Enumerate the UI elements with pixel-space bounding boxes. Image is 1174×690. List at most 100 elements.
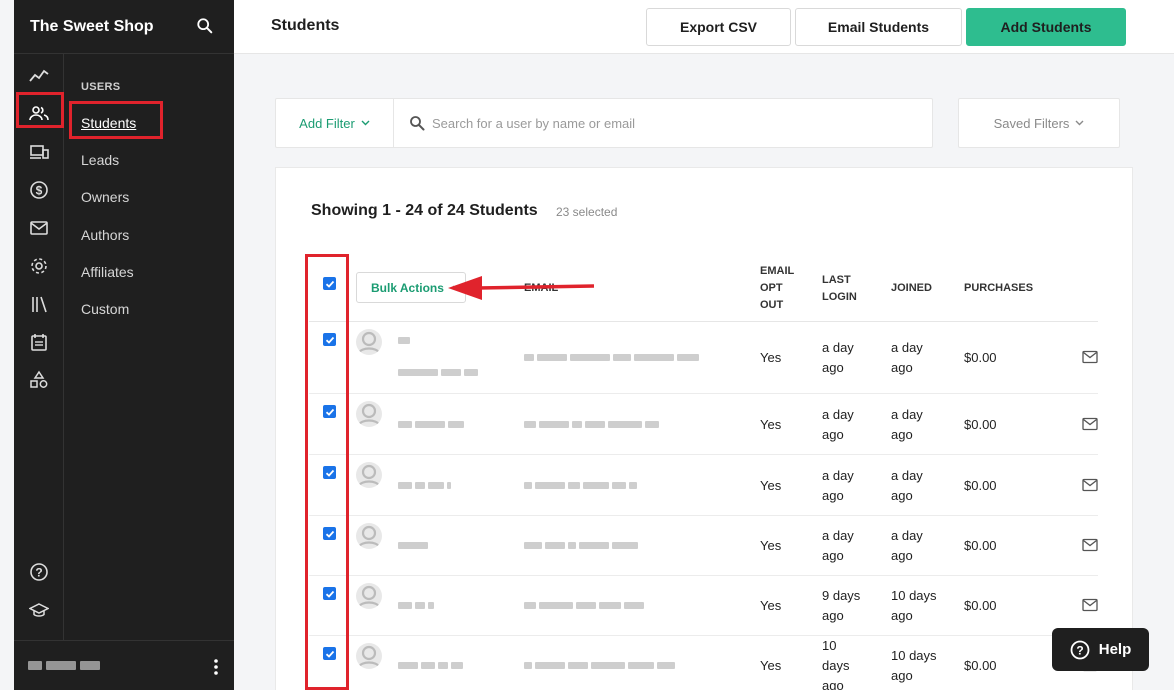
purchases-cell: $0.00 — [964, 417, 997, 432]
nav-item-custom[interactable]: Custom — [81, 301, 129, 317]
email-opt-out-cell: Yes — [760, 538, 782, 553]
last-login-cell: 10 days ago — [822, 638, 850, 690]
email-opt-out-cell: Yes — [760, 417, 782, 432]
chevron-down-icon — [1075, 120, 1084, 126]
bulk-actions-label: Bulk Actions — [371, 280, 444, 295]
user-account-bar[interactable] — [14, 640, 234, 690]
add-students-button[interactable]: Add Students — [966, 8, 1126, 46]
student-email-redacted — [524, 482, 637, 489]
icon-rail: $ ? — [14, 54, 64, 640]
last-login-cell: a day ago — [822, 407, 854, 442]
purchases-cell: $0.00 — [964, 350, 997, 365]
export-csv-button[interactable]: Export CSV — [646, 8, 791, 46]
student-name-redacted[interactable] — [398, 542, 428, 549]
nav-item-leads[interactable]: Leads — [81, 152, 119, 168]
student-email-redacted — [524, 421, 659, 428]
avatar — [356, 401, 382, 427]
devices-icon[interactable] — [27, 140, 51, 164]
page-title: Students — [271, 17, 340, 34]
filter-bar: Add Filter — [275, 98, 933, 148]
purchases-cell: $0.00 — [964, 538, 997, 553]
nav-section-title: USERS — [81, 81, 121, 93]
annotation-highlight-students — [69, 101, 163, 139]
add-filter-button[interactable]: Add Filter — [276, 99, 394, 147]
avatar — [356, 329, 382, 355]
avatar — [356, 462, 382, 488]
last-login-cell: a day ago — [822, 340, 854, 375]
svg-text:?: ? — [1076, 643, 1083, 657]
student-name-redacted — [398, 369, 478, 376]
joined-cell: a day ago — [891, 468, 923, 503]
last-login-cell: a day ago — [822, 468, 854, 503]
email-opt-out-cell: Yes — [760, 478, 782, 493]
joined-cell: 10 days ago — [891, 648, 937, 683]
settings-icon[interactable] — [27, 254, 51, 278]
email-opt-out-cell: Yes — [760, 598, 782, 613]
email-students-button[interactable]: Email Students — [795, 8, 962, 46]
analytics-icon[interactable] — [27, 64, 51, 88]
chevron-down-icon — [361, 120, 370, 126]
student-email-redacted — [524, 662, 675, 669]
student-email-redacted — [524, 354, 699, 361]
more-options-icon[interactable] — [213, 658, 219, 676]
student-name-redacted[interactable] — [398, 337, 410, 344]
add-filter-label: Add Filter — [299, 115, 355, 131]
nav-item-owners[interactable]: Owners — [81, 189, 129, 205]
student-name-redacted[interactable] — [398, 421, 464, 428]
saved-filters-label: Saved Filters — [993, 115, 1070, 131]
brand-bar: The Sweet Shop — [14, 0, 234, 54]
annotation-arrow-icon — [448, 276, 595, 300]
avatar — [356, 523, 382, 549]
annotation-highlight-users-icon — [16, 92, 64, 128]
joined-cell: a day ago — [891, 407, 923, 442]
annotation-highlight-checkboxes — [305, 254, 349, 690]
mail-icon[interactable] — [1082, 538, 1098, 552]
dollar-icon[interactable]: $ — [27, 178, 51, 202]
help-label: Help — [1098, 641, 1132, 658]
student-name-redacted[interactable] — [398, 482, 451, 489]
column-header-purchases[interactable]: PURCHASES — [964, 280, 1033, 297]
library-icon[interactable] — [27, 292, 51, 316]
help-button[interactable]: ? Help — [1052, 628, 1149, 671]
mail-icon[interactable] — [1082, 598, 1098, 612]
calendar-icon[interactable] — [27, 330, 51, 354]
purchases-cell: $0.00 — [964, 478, 997, 493]
last-login-cell: 9 days ago — [822, 588, 861, 623]
user-name-redacted — [28, 661, 100, 670]
app-name: The Sweet Shop — [30, 17, 154, 35]
student-name-redacted[interactable] — [398, 662, 463, 669]
column-header-last-login[interactable]: LAST LOGIN — [822, 272, 857, 306]
column-header-email-opt-out[interactable]: EMAIL OPT OUT — [760, 263, 794, 314]
purchases-cell: $0.00 — [964, 598, 997, 613]
column-header-joined[interactable]: JOINED — [891, 280, 932, 297]
joined-cell: a day ago — [891, 528, 923, 563]
graduation-cap-icon[interactable] — [27, 598, 51, 622]
search-icon[interactable] — [196, 17, 214, 35]
email-opt-out-cell: Yes — [760, 658, 782, 673]
saved-filters-dropdown[interactable]: Saved Filters — [958, 98, 1120, 148]
student-name-redacted[interactable] — [398, 602, 434, 609]
selected-count: 23 selected — [556, 205, 618, 219]
nav-item-affiliates[interactable]: Affiliates — [81, 264, 134, 280]
shapes-icon[interactable] — [27, 368, 51, 392]
email-opt-out-cell: Yes — [760, 350, 782, 365]
joined-cell: a day ago — [891, 340, 923, 375]
mail-icon[interactable] — [27, 216, 51, 240]
last-login-cell: a day ago — [822, 528, 854, 563]
search-input[interactable] — [432, 111, 912, 135]
mail-icon[interactable] — [1082, 478, 1098, 492]
student-email-redacted — [524, 602, 644, 609]
avatar — [356, 643, 382, 669]
svg-text:?: ? — [35, 566, 42, 580]
search-icon — [410, 116, 425, 131]
nav-item-authors[interactable]: Authors — [81, 227, 129, 243]
help-icon[interactable]: ? — [27, 560, 51, 584]
purchases-cell: $0.00 — [964, 658, 997, 673]
svg-text:$: $ — [36, 184, 43, 198]
avatar — [356, 583, 382, 609]
joined-cell: 10 days ago — [891, 588, 937, 623]
mail-icon[interactable] — [1082, 417, 1098, 431]
help-circle-icon: ? — [1070, 640, 1090, 659]
mail-icon[interactable] — [1082, 350, 1098, 364]
showing-count: Showing 1 - 24 of 24 Students — [311, 202, 538, 219]
